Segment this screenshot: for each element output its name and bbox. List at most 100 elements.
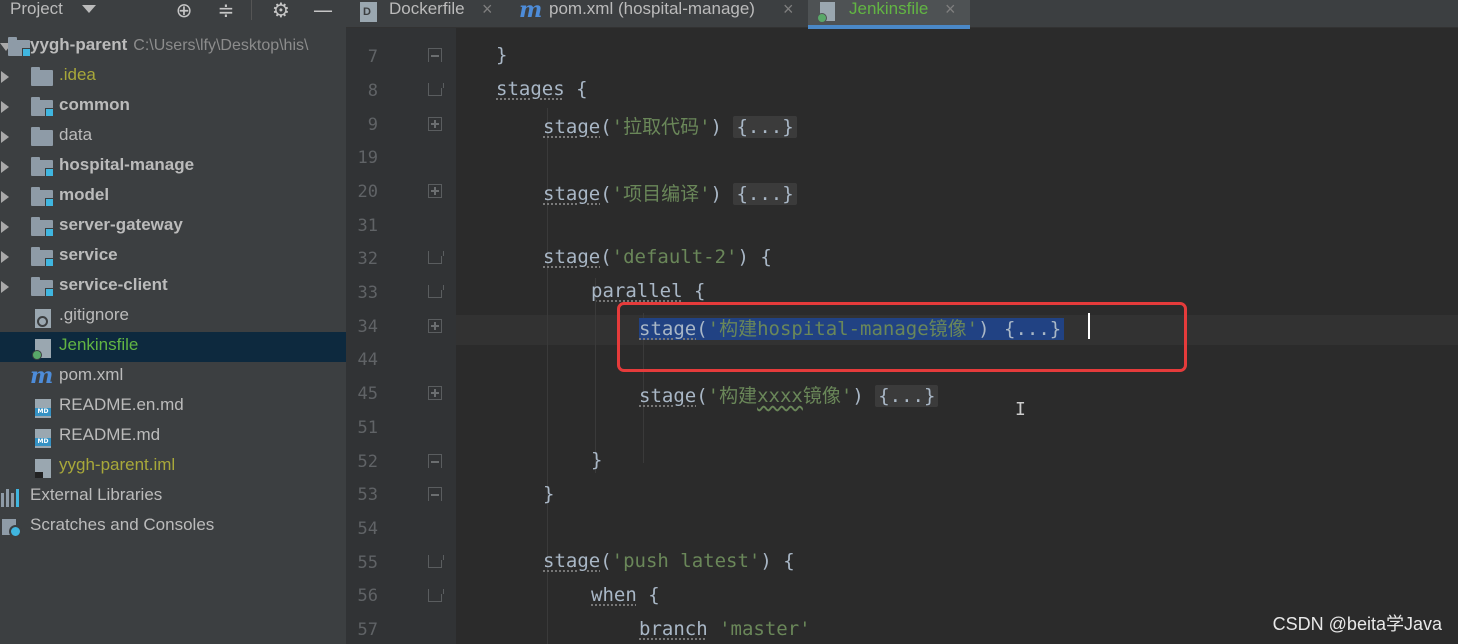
tree-item-label: service-client [59, 275, 168, 294]
string-token: 'push latest' [611, 550, 761, 572]
chevron-right-icon[interactable] [1, 191, 9, 203]
module-folder-icon [31, 217, 54, 237]
chevron-right-icon[interactable] [1, 101, 9, 113]
tree-item-hospital-manage[interactable]: hospital-manage [0, 152, 346, 182]
code-line: stage('default-2') { [543, 246, 772, 268]
code-line: stage('项目编译') {...} [543, 179, 797, 213]
project-panel-header: Project ⊕ ≑ ⚙ — [0, 0, 346, 28]
tree-item-jenkinsfile[interactable]: Jenkinsfile [0, 332, 346, 362]
fold-start-icon[interactable] [428, 83, 444, 96]
folded-region[interactable]: {...} [875, 385, 939, 407]
dockerfile-icon [360, 2, 377, 22]
code-text: { [564, 78, 588, 100]
module-folder-icon [31, 97, 54, 117]
tab-pom-xml[interactable]: m pom.xml (hospital-manage) × [506, 0, 806, 28]
tree-item-scratches[interactable]: Scratches and Consoles [0, 512, 346, 542]
close-icon[interactable]: × [482, 0, 493, 20]
tree-item-model[interactable]: model [0, 182, 346, 212]
close-icon[interactable]: × [783, 0, 794, 20]
line-number: 44 [357, 350, 378, 370]
line-number: 57 [357, 620, 378, 640]
folded-region[interactable]: {...} [733, 116, 797, 138]
close-icon[interactable]: × [945, 0, 956, 20]
folded-region[interactable]: {...} [733, 183, 797, 205]
line-number: 34 [357, 317, 378, 337]
fold-end-icon[interactable] [428, 454, 442, 468]
tree-item-iml[interactable]: yygh-parent.iml [0, 452, 346, 482]
keyword-token: stage [543, 246, 601, 268]
tree-item-label: yygh-parent [30, 35, 128, 54]
tab-jenkinsfile[interactable]: Jenkinsfile × [808, 0, 970, 29]
markdown-file-icon: MD [35, 429, 51, 448]
toolbar-divider [251, 0, 252, 20]
scratches-icon [2, 519, 24, 539]
tree-item-data[interactable]: data [0, 122, 346, 152]
project-view-title[interactable]: Project [10, 0, 63, 19]
tab-label: pom.xml (hospital-manage) [549, 0, 755, 18]
tree-item-common[interactable]: common [0, 92, 346, 122]
editor-tab-bar: Dockerfile × m pom.xml (hospital-manage)… [346, 0, 1458, 29]
string-token: xxxx [757, 385, 803, 407]
string-token: '构建 [707, 385, 758, 407]
line-number: 20 [357, 182, 378, 202]
hide-panel-icon[interactable]: — [310, 0, 336, 22]
gear-icon[interactable]: ⚙ [268, 0, 294, 22]
string-token: 'master' [719, 618, 811, 640]
tree-item-label: service [59, 245, 118, 264]
chevron-right-icon[interactable] [1, 221, 9, 233]
tree-item-service-client[interactable]: service-client [0, 272, 346, 302]
locate-file-icon[interactable]: ⊕ [171, 0, 197, 22]
code-line: } [543, 483, 554, 517]
tree-item-label: server-gateway [59, 215, 183, 234]
line-number: 19 [357, 148, 378, 168]
tree-item-idea[interactable]: .idea [0, 62, 346, 92]
tree-item-server-gateway[interactable]: server-gateway [0, 212, 346, 242]
expand-fold-icon[interactable] [428, 319, 442, 333]
chevron-right-icon[interactable] [1, 251, 9, 263]
project-panel: Project ⊕ ≑ ⚙ — yygh-parent C:\Users\lfy\… [0, 0, 346, 644]
fold-start-icon[interactable] [428, 589, 444, 602]
string-token: '项目编译' [611, 183, 711, 205]
expand-fold-icon[interactable] [428, 386, 442, 400]
tree-item-label: yygh-parent.iml [59, 455, 176, 474]
code-line: stage('push latest') { [543, 550, 795, 572]
module-folder-icon [31, 277, 54, 297]
tree-item-label: Scratches and Consoles [30, 515, 215, 534]
module-file-icon [35, 459, 51, 478]
library-icon [1, 489, 23, 507]
line-number: 7 [367, 47, 378, 67]
fold-end-icon[interactable] [428, 48, 442, 62]
fold-start-icon[interactable] [428, 555, 444, 568]
fold-start-icon[interactable] [428, 285, 444, 298]
annotation-highlight-box [617, 302, 1187, 372]
tree-item-label: data [59, 125, 93, 144]
fold-start-icon[interactable] [428, 251, 444, 264]
tab-label: Jenkinsfile [849, 0, 929, 18]
chevron-right-icon[interactable] [1, 131, 9, 143]
line-number: 32 [357, 249, 378, 269]
tree-item-external-libraries[interactable]: External Libraries [0, 482, 346, 512]
tree-item-readme-md[interactable]: MD README.md [0, 422, 346, 452]
groovy-file-icon [817, 2, 835, 23]
chevron-right-icon[interactable] [1, 281, 9, 293]
fold-end-icon[interactable] [428, 487, 442, 501]
module-folder-icon [8, 37, 31, 57]
expand-fold-icon[interactable] [428, 184, 442, 198]
code-line: stage('拉取代码') {...} [543, 112, 797, 146]
expand-fold-icon[interactable] [428, 117, 442, 131]
tree-item-service[interactable]: service [0, 242, 346, 272]
tree-item-label: .gitignore [59, 305, 129, 324]
tree-item-root[interactable]: yygh-parent C:\Users\lfy\Desktop\his\ [0, 32, 346, 62]
code-text: { [771, 550, 795, 572]
tree-item-gitignore[interactable]: .gitignore [0, 302, 346, 332]
chevron-down-icon[interactable] [82, 5, 96, 13]
tree-item-readme-en-md[interactable]: MD README.en.md [0, 392, 346, 422]
collapse-all-icon[interactable]: ≑ [213, 0, 239, 22]
tree-item-pom-xml[interactable]: m pom.xml [0, 362, 346, 392]
tab-dockerfile[interactable]: Dockerfile × [346, 0, 506, 28]
code-text: } [496, 44, 508, 66]
chevron-right-icon[interactable] [1, 71, 9, 83]
line-number: 54 [357, 519, 378, 539]
tree-item-label: hospital-manage [59, 155, 195, 174]
chevron-right-icon[interactable] [1, 161, 9, 173]
